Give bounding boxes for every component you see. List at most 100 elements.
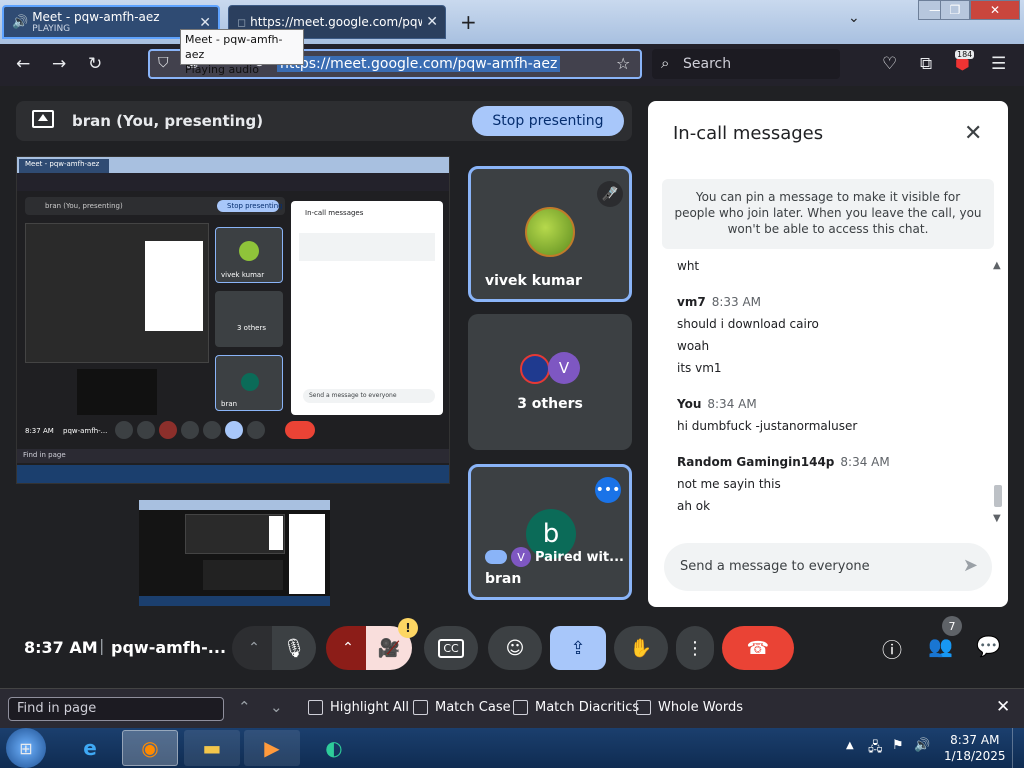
- back-icon[interactable]: ←: [16, 54, 30, 74]
- find-input[interactable]: Find in page: [8, 697, 224, 721]
- participant-tile-others[interactable]: V 3 others: [468, 314, 632, 450]
- preview-chat-title: In-call messages: [305, 209, 364, 217]
- stop-presenting-button[interactable]: Stop presenting: [472, 106, 624, 136]
- folder-icon: ▬: [202, 736, 222, 760]
- menu-icon[interactable]: ☰: [991, 54, 1006, 74]
- new-tab-icon[interactable]: +: [460, 10, 477, 34]
- restore-window-button[interactable]: ❐: [940, 0, 970, 20]
- scroll-up-icon[interactable]: ▲: [993, 260, 1001, 271]
- extensions-icon[interactable]: ⧉: [920, 54, 932, 74]
- leave-call-button[interactable]: ☎: [722, 626, 794, 670]
- participant-tile-bran[interactable]: ••• b V Paired wit... bran: [468, 464, 632, 600]
- people-icon[interactable]: 👥: [928, 634, 953, 658]
- show-hidden-icons-icon[interactable]: ▲: [846, 740, 854, 751]
- microphone-button[interactable]: 🎙: [272, 626, 316, 670]
- preview-bran-name: bran: [221, 400, 238, 408]
- checkbox-label: Match Case: [435, 700, 511, 715]
- tab-title: Meet - pqw-amfh-aez: [32, 10, 160, 24]
- firefox-icon: ◉: [141, 736, 159, 760]
- shared-screen-preview: Meet - pqw-amfh-aez bran (You, presentin…: [16, 156, 450, 484]
- tab-bar: 🔊 Meet - pqw-amfh-aez PLAYING ✕ ◻ https:…: [0, 0, 1024, 44]
- extension-badge: 184: [955, 50, 975, 59]
- raise-hand-icon: ✋: [629, 637, 653, 659]
- shield-icon[interactable]: ⛉: [158, 55, 169, 71]
- explorer-button[interactable]: ▬: [184, 730, 240, 766]
- start-button[interactable]: ⊞: [6, 728, 46, 768]
- list-tabs-icon[interactable]: ⌄: [848, 10, 860, 26]
- avatar: [520, 354, 550, 384]
- more-options-button[interactable]: ⋮: [676, 626, 714, 670]
- navigation-bar: ← → ↻ ⛉ ▣ ⊘ https://meet.google.com/pqw-…: [0, 44, 1024, 86]
- action-center-flag-icon[interactable]: ⚑: [892, 738, 904, 753]
- preview-findbar: [17, 449, 449, 463]
- checkbox[interactable]: [636, 700, 651, 715]
- search-input[interactable]: ⌕ Search: [652, 49, 840, 79]
- message-time: 8:34 AM: [707, 397, 757, 411]
- url-text[interactable]: https://meet.google.com/pqw-amfh-aez: [277, 56, 561, 72]
- reactions-button[interactable]: ☺: [488, 626, 542, 670]
- more-options-icon[interactable]: •••: [595, 477, 621, 503]
- taskbar: ⊞ e ◉ ▬ ▶ ◐ ▲ 🖧 ⚑ 🔊 8:37 AM 1/18/2025: [0, 728, 1024, 768]
- camera-off-icon: 🎥̸: [377, 637, 401, 659]
- search-icon: ⌕: [661, 54, 670, 72]
- checkbox-label: Highlight All: [330, 700, 409, 715]
- chat-icon[interactable]: 💬: [976, 634, 1001, 658]
- chat-input[interactable]: Send a message to everyone ➤: [664, 543, 992, 591]
- find-next-icon[interactable]: ⌄: [270, 698, 283, 716]
- checkbox[interactable]: [308, 700, 323, 715]
- close-tab-icon[interactable]: ✕: [426, 14, 438, 30]
- preview-vivek-name: vivek kumar: [221, 271, 265, 279]
- pocket-icon[interactable]: ♡: [882, 54, 897, 74]
- network-icon[interactable]: 🖧: [868, 738, 883, 760]
- emoji-icon: ☺: [505, 637, 525, 659]
- close-window-button[interactable]: ✕: [970, 0, 1020, 20]
- app-icon: ◐: [325, 736, 343, 760]
- reload-icon[interactable]: ↻: [88, 54, 102, 74]
- preview-find-label: Find in page: [23, 451, 66, 459]
- show-desktop-button[interactable]: [1012, 728, 1024, 768]
- info-icon[interactable]: ⓘ: [882, 634, 902, 663]
- participant-name: vivek kumar: [485, 273, 582, 289]
- volume-icon[interactable]: 🔊: [914, 738, 930, 753]
- message-time: 8:34 AM: [840, 455, 890, 469]
- chat-scrollbar[interactable]: ▲ ▼: [992, 260, 1004, 527]
- match-case-checkbox[interactable]: Match Case: [413, 700, 511, 715]
- chat-input-placeholder: Send a message to everyone: [680, 559, 870, 574]
- close-find-icon[interactable]: ✕: [996, 697, 1010, 717]
- close-icon[interactable]: ✕: [964, 121, 982, 146]
- match-diacritics-checkbox[interactable]: Match Diacritics: [513, 700, 639, 715]
- checkbox[interactable]: [413, 700, 428, 715]
- find-previous-icon[interactable]: ⌃: [238, 698, 251, 716]
- clock[interactable]: 8:37 AM 1/18/2025: [944, 732, 1006, 764]
- chevron-up-icon: ⌃: [342, 640, 354, 656]
- highlight-all-checkbox[interactable]: Highlight All: [308, 700, 409, 715]
- internet-explorer-button[interactable]: e: [62, 730, 118, 766]
- checkbox[interactable]: [513, 700, 528, 715]
- message-text: woah: [677, 339, 710, 353]
- message-text: its vm1: [677, 361, 722, 375]
- video-options-button[interactable]: ⌃: [326, 626, 370, 670]
- present-screen-icon: ⇪: [570, 637, 586, 659]
- app-button[interactable]: ◐: [306, 730, 362, 766]
- speaker-icon[interactable]: 🔊: [12, 15, 28, 30]
- present-button[interactable]: ⇪: [550, 626, 606, 670]
- preview-chat-placeholder: Send a message to everyone: [309, 392, 397, 399]
- audio-options-button[interactable]: ⌃: [232, 626, 276, 670]
- clock-date: 1/18/2025: [944, 749, 1006, 763]
- scroll-down-icon[interactable]: ▼: [993, 513, 1001, 524]
- captions-button[interactable]: CC: [424, 626, 478, 670]
- chat-pin-notice: You can pin a message to make it visible…: [662, 179, 994, 249]
- forward-icon[interactable]: →: [52, 54, 66, 74]
- participant-tile-vivek[interactable]: 🎤̸ vivek kumar: [468, 166, 632, 302]
- media-player-button[interactable]: ▶: [244, 730, 300, 766]
- preview-vivek-avatar: [239, 241, 259, 261]
- send-icon[interactable]: ➤: [963, 555, 978, 576]
- muted-mic-icon: 🎤̸: [597, 181, 623, 207]
- raise-hand-button[interactable]: ✋: [614, 626, 668, 670]
- scrollbar-thumb[interactable]: [994, 485, 1002, 507]
- firefox-button[interactable]: ◉: [122, 730, 178, 766]
- bookmark-star-icon[interactable]: ☆: [616, 54, 630, 73]
- whole-words-checkbox[interactable]: Whole Words: [636, 700, 743, 715]
- meeting-code: pqw-amfh-...: [111, 638, 227, 657]
- participant-name: bran: [485, 571, 522, 587]
